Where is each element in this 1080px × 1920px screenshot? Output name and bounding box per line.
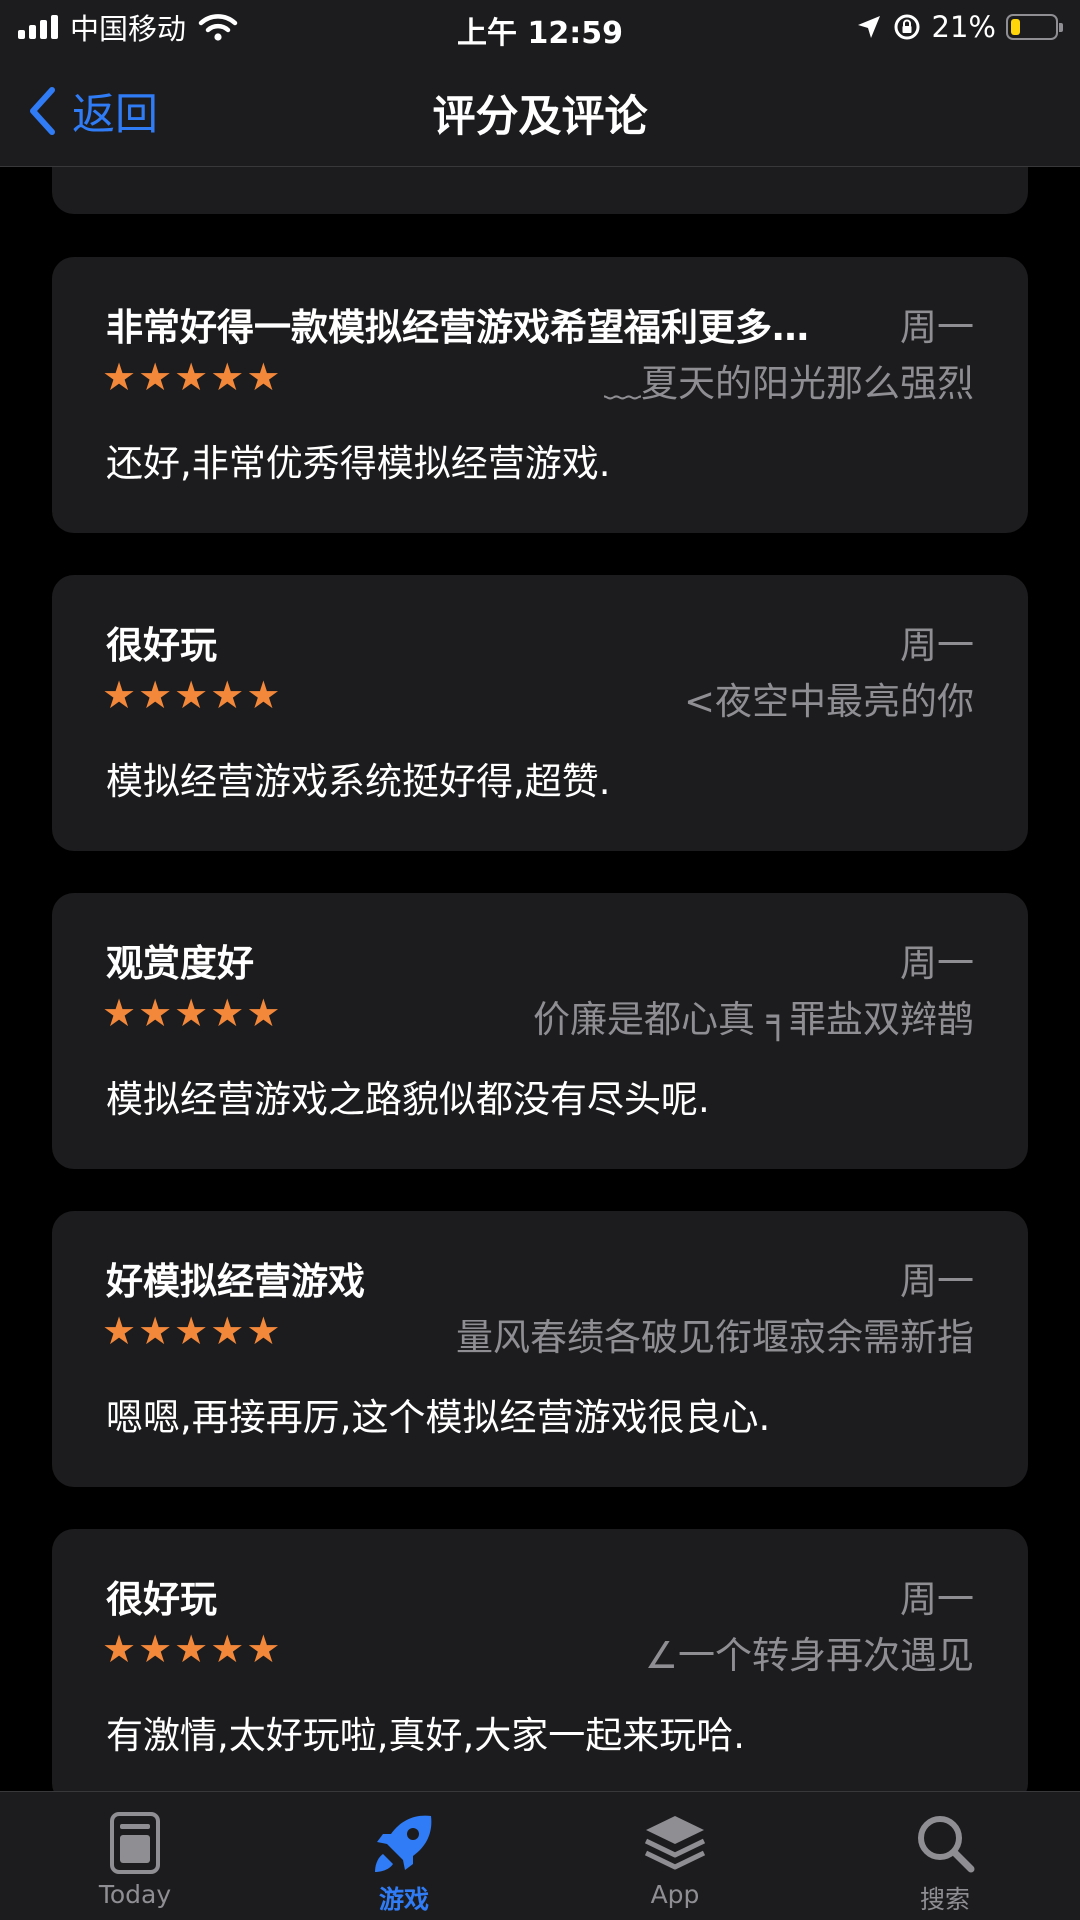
star-icon: ★: [174, 673, 209, 717]
review-date: 周一: [900, 624, 974, 667]
orientation-lock-icon: [894, 14, 920, 40]
star-icon: ★: [246, 1627, 281, 1671]
review-author: 量风春绩各破见衔堰寂余需新指: [456, 1316, 974, 1359]
navigation-bar: 返回 评分及评论: [0, 54, 1080, 167]
review-title: 很好玩: [106, 1578, 217, 1621]
star-rating: ★ ★ ★ ★ ★: [102, 1309, 280, 1353]
star-icon: ★: [210, 1627, 245, 1671]
review-date: 周一: [900, 942, 974, 985]
star-icon: ★: [102, 1627, 137, 1671]
review-card[interactable]: 很好玩 周一 ★ ★ ★ ★ ★ <夜空中最亮的你 模拟经营游戏系统挺好得,超赞.: [52, 575, 1028, 851]
search-icon: [918, 1816, 975, 1873]
review-author: <夜空中最亮的你: [683, 680, 974, 723]
star-icon: ★: [246, 673, 281, 717]
review-body: 模拟经营游戏系统挺好得,超赞.: [106, 760, 611, 803]
page-title: 评分及评论: [432, 92, 648, 142]
star-icon: ★: [138, 355, 173, 399]
review-author: ∠一个转身再次遇见: [644, 1634, 974, 1677]
tab-label: Today: [98, 1880, 172, 1909]
review-card[interactable]: 非常好得一款模拟经营游戏希望福利更多… 周一 ★ ★ ★ ★ ★ ﹏夏天的阳光那么强烈 …: [52, 257, 1028, 533]
review-card[interactable]: 观赏度好 周一 ★ ★ ★ ★ ★ 价廉是都心真 ╕罪盐双辫鹊 模拟经营游戏之路貌似都没…: [52, 893, 1028, 1169]
star-icon: ★: [174, 355, 209, 399]
battery-icon: [1006, 14, 1063, 40]
review-body: 模拟经营游戏之路貌似都没有尽头呢.: [106, 1078, 710, 1121]
star-icon: ★: [210, 355, 245, 399]
review-card[interactable]: 很好玩 周一 ★ ★ ★ ★ ★ ∠一个转身再次遇见 有激情,太好玩啦,真好,大家一起来…: [52, 1529, 1028, 1805]
tab-bar: Today 游戏 App 搜索: [0, 1791, 1080, 1920]
review-author: 价廉是都心真 ╕罪盐双辫鹊: [532, 998, 974, 1041]
star-rating: ★ ★ ★ ★ ★: [102, 991, 280, 1035]
reviews-list[interactable]: 非常好得一款模拟经营游戏希望福利更多… 周一 ★ ★ ★ ★ ★ ﹏夏天的阳光那么强烈 …: [0, 0, 1080, 1920]
rocket-icon: [375, 1815, 432, 1872]
star-rating: ★ ★ ★ ★ ★: [102, 355, 280, 399]
review-author: ﹏夏天的阳光那么强烈: [604, 362, 974, 405]
review-date: 周一: [900, 1578, 974, 1621]
tab-today[interactable]: Today: [35, 1808, 235, 1918]
star-icon: ★: [210, 673, 245, 717]
review-title: 很好玩: [106, 624, 217, 667]
star-icon: ★: [246, 1309, 281, 1353]
star-icon: ★: [210, 1309, 245, 1353]
star-icon: ★: [246, 991, 281, 1035]
star-icon: ★: [174, 1627, 209, 1671]
star-icon: ★: [102, 673, 137, 717]
star-icon: ★: [138, 1309, 173, 1353]
battery-percent: 21%: [931, 10, 996, 44]
star-rating: ★ ★ ★ ★ ★: [102, 673, 280, 717]
star-icon: ★: [138, 991, 173, 1035]
status-bar: 中国移动 上午 12:59 21%: [0, 0, 1080, 54]
review-body: 还好,非常优秀得模拟经营游戏.: [106, 442, 611, 485]
star-icon: ★: [174, 991, 209, 1035]
star-icon: ★: [138, 673, 173, 717]
star-icon: ★: [210, 991, 245, 1035]
screen: 非常好得一款模拟经营游戏希望福利更多… 周一 ★ ★ ★ ★ ★ ﹏夏天的阳光那么强烈 …: [0, 0, 1080, 1920]
review-title: 非常好得一款模拟经营游戏希望福利更多…: [106, 306, 809, 349]
tab-search[interactable]: 搜索: [845, 1808, 1045, 1918]
star-icon: ★: [102, 1309, 137, 1353]
review-card[interactable]: 好模拟经营游戏 周一 ★ ★ ★ ★ ★ 量风春绩各破见衔堰寂余需新指 嗯嗯,再接再厉,…: [52, 1211, 1028, 1487]
tab-label: 游戏: [378, 1885, 429, 1914]
review-date: 周一: [900, 1260, 974, 1303]
review-body: 嗯嗯,再接再厉,这个模拟经营游戏很良心.: [106, 1396, 771, 1439]
review-date: 周一: [900, 306, 974, 349]
today-icon: [110, 1812, 160, 1874]
layers-icon: [644, 1816, 706, 1870]
review-body: 有激情,太好玩啦,真好,大家一起来玩哈.: [106, 1714, 746, 1757]
star-icon: ★: [138, 1627, 173, 1671]
star-icon: ★: [102, 355, 137, 399]
tab-games[interactable]: 游戏: [304, 1808, 504, 1918]
tab-apps[interactable]: App: [575, 1808, 775, 1918]
star-icon: ★: [102, 991, 137, 1035]
star-icon: ★: [174, 1309, 209, 1353]
tab-label: 搜索: [919, 1885, 970, 1914]
review-title: 好模拟经营游戏: [106, 1260, 365, 1303]
location-arrow-icon: [857, 16, 880, 38]
tab-label: App: [650, 1880, 700, 1909]
star-icon: ★: [246, 355, 281, 399]
star-rating: ★ ★ ★ ★ ★: [102, 1627, 280, 1671]
review-title: 观赏度好: [106, 942, 254, 985]
